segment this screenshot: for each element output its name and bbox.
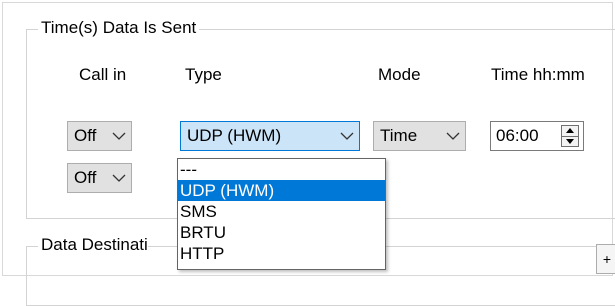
mode-value: Time: [380, 126, 418, 145]
call-in-select-row1[interactable]: Off: [67, 121, 132, 151]
data-destination-title: Data Destinati: [38, 236, 148, 254]
call-in-value: Off: [74, 168, 97, 187]
type-value: UDP (HWM): [187, 126, 282, 145]
chevron-down-icon: [335, 122, 359, 150]
call-in-select-row2[interactable]: Off: [67, 163, 132, 193]
dropdown-option[interactable]: ---: [178, 159, 385, 180]
spin-down-icon[interactable]: [562, 135, 578, 147]
dropdown-option[interactable]: HTTP: [178, 243, 385, 264]
type-header: Type: [185, 65, 222, 84]
call-in-value: Off: [74, 126, 97, 145]
dropdown-option[interactable]: BRTU: [178, 222, 385, 243]
type-select-row1[interactable]: UDP (HWM): [180, 121, 360, 151]
chevron-down-icon: [441, 122, 465, 150]
dropdown-option-selected[interactable]: UDP (HWM): [178, 180, 385, 201]
mode-select-row1[interactable]: Time: [373, 121, 466, 151]
time-data-sent-title: Time(s) Data Is Sent: [38, 19, 200, 37]
call-in-header: Call in: [79, 65, 127, 84]
mode-header: Mode: [378, 65, 421, 84]
time-value: 06:00: [496, 126, 539, 145]
time-header: Time hh:mm: [491, 65, 585, 84]
spin-up-icon[interactable]: [562, 126, 578, 136]
chevron-down-icon: [107, 164, 131, 192]
time-spinner-row1[interactable]: 06:00: [490, 121, 584, 151]
time-stepper[interactable]: [561, 125, 579, 147]
type-dropdown-list: --- UDP (HWM) SMS BRTU HTTP: [177, 158, 386, 270]
add-button[interactable]: +: [596, 244, 615, 274]
chevron-down-icon: [107, 122, 131, 150]
dropdown-option[interactable]: SMS: [178, 201, 385, 222]
